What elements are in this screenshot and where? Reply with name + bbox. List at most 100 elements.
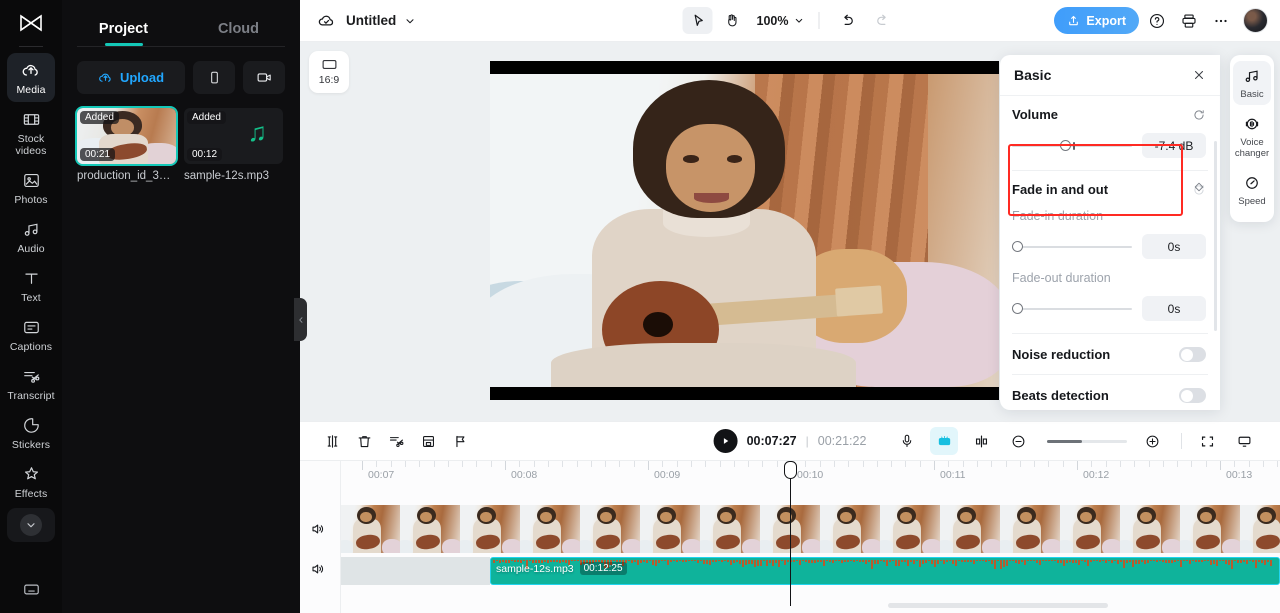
marker-button[interactable]	[446, 427, 474, 455]
waveform-bar	[1069, 560, 1071, 562]
fade-section: Fade in and out Fade-in duration 0s Fade…	[1000, 171, 1220, 321]
record-voiceover-button[interactable]	[893, 427, 921, 455]
media-thumbnail[interactable]: Added 00:21	[77, 108, 176, 164]
project-title-dropdown[interactable]	[404, 15, 416, 27]
export-button[interactable]: Export	[1054, 7, 1139, 34]
mixer-button[interactable]	[967, 427, 995, 455]
sidebar-item-transcript[interactable]: Transcript	[7, 359, 55, 408]
waveform-bar	[940, 560, 942, 561]
sidebar-item-audio[interactable]: Audio	[7, 212, 55, 261]
cloud-save-button[interactable]	[312, 7, 340, 35]
timeline-horizontal-scrollbar[interactable]	[888, 603, 1108, 608]
playhead[interactable]	[784, 461, 797, 606]
freeze-frame-button[interactable]	[414, 427, 442, 455]
upload-button[interactable]: Upload	[77, 61, 185, 94]
noise-reduction-toggle[interactable]	[1179, 347, 1206, 362]
fade-out-slider[interactable]	[1012, 302, 1132, 316]
audio-track-mute-button[interactable]	[310, 561, 326, 582]
volume-keyframe-button[interactable]	[1192, 180, 1206, 194]
slider-knob[interactable]	[1059, 140, 1071, 151]
undo-button[interactable]	[833, 7, 863, 34]
auto-cut-button[interactable]	[382, 427, 410, 455]
close-x-icon	[1194, 70, 1204, 80]
video-preview[interactable]	[490, 61, 999, 400]
tab-basic[interactable]: Basic	[1233, 61, 1271, 105]
media-asset-video[interactable]: Added 00:21 production_id_368…	[77, 108, 176, 182]
more-options-button[interactable]	[1207, 7, 1235, 35]
zoom-out-button[interactable]	[1004, 427, 1032, 455]
freeze-frame-icon	[422, 435, 434, 447]
audio-track[interactable]: sample-12s.mp3 00:12:25	[340, 557, 1280, 585]
auto-captions-icon	[938, 435, 950, 445]
sidebar-item-photos[interactable]: Photos	[7, 163, 55, 212]
slider-knob[interactable]	[1012, 241, 1023, 252]
waveform-bar	[901, 560, 903, 562]
fade-in-value-input[interactable]: 0s	[1142, 234, 1206, 259]
sidebar-item-stock-videos[interactable]: Stock videos	[7, 102, 55, 163]
waveform-bar	[847, 560, 849, 562]
fade-in-slider[interactable]	[1012, 240, 1132, 254]
timeline-ruler[interactable]: 00:07 00:08 00:09 00:10 00:11 00:12 00:13	[340, 461, 1280, 489]
media-thumbnail[interactable]: ♫ Added 00:12	[184, 108, 283, 164]
project-title[interactable]: Untitled	[346, 13, 396, 28]
tab-cloud[interactable]: Cloud	[181, 21, 296, 46]
audio-clip[interactable]: sample-12s.mp3 00:12:25	[490, 557, 1280, 585]
keyboard-shortcuts-button[interactable]	[0, 580, 62, 599]
help-button[interactable]	[1143, 7, 1171, 35]
waveform-bar	[937, 560, 939, 564]
delete-button[interactable]	[350, 427, 378, 455]
timeline[interactable]: 00:07 00:08 00:09 00:10 00:11 00:12 00:13 samp…	[300, 461, 1280, 613]
sidebar-more-button[interactable]	[7, 508, 55, 542]
zoom-level-dropdown[interactable]: 100%	[757, 14, 805, 28]
timeline-zoom-slider[interactable]	[1047, 439, 1127, 443]
waveform-bar	[814, 560, 816, 563]
top-bar-right: Export	[1054, 7, 1268, 35]
hand-tool-button[interactable]	[717, 7, 747, 34]
waveform-bar	[961, 560, 963, 562]
waveform-bar	[850, 560, 852, 561]
slider-knob[interactable]	[1012, 303, 1023, 314]
volume-value-input[interactable]: -7.4 dB	[1142, 133, 1206, 158]
split-button[interactable]	[318, 427, 346, 455]
panel-collapse-handle[interactable]	[294, 298, 307, 341]
current-time: 00:07:27	[746, 434, 797, 448]
waveform-bar	[1261, 560, 1263, 563]
import-from-phone-button[interactable]	[193, 61, 235, 94]
sidebar-item-text[interactable]: Text	[7, 261, 55, 310]
waveform-bar	[922, 560, 924, 564]
select-tool-button[interactable]	[682, 7, 713, 34]
fade-out-value-input[interactable]: 0s	[1142, 296, 1206, 321]
video-track[interactable]	[340, 505, 1280, 553]
record-button[interactable]	[243, 61, 285, 94]
media-asset-audio[interactable]: ♫ Added 00:12 sample-12s.mp3	[184, 108, 283, 182]
display-options-button[interactable]	[1230, 427, 1258, 455]
play-button[interactable]	[713, 429, 738, 453]
beats-detection-toggle[interactable]	[1179, 388, 1206, 403]
video-clip[interactable]	[340, 505, 1280, 553]
waveform-bar	[823, 560, 825, 566]
waveform-bar	[1084, 560, 1086, 562]
waveform-bar	[736, 560, 738, 562]
zoom-in-button[interactable]	[1138, 427, 1166, 455]
avatar[interactable]	[1243, 8, 1268, 33]
tab-voice-changer[interactable]: Voice changer	[1233, 109, 1271, 164]
close-panel-button[interactable]	[1192, 68, 1206, 82]
redo-button[interactable]	[867, 7, 897, 34]
aspect-ratio-button[interactable]: 16:9	[309, 51, 349, 93]
volume-reset-button[interactable]	[1192, 108, 1206, 122]
video-track-mute-button[interactable]	[310, 521, 326, 542]
tab-project[interactable]: Project	[66, 21, 181, 46]
volume-slider[interactable]	[1012, 139, 1132, 153]
fit-screen-button[interactable]	[1193, 427, 1221, 455]
playhead-handle[interactable]	[784, 461, 797, 479]
auto-captions-button[interactable]	[930, 427, 958, 455]
properties-scrollbar[interactable]	[1214, 141, 1217, 331]
sidebar-item-captions[interactable]: Captions	[7, 310, 55, 359]
sidebar-item-media[interactable]: Media	[7, 53, 55, 102]
waveform-bar	[805, 560, 807, 562]
sidebar-item-stickers[interactable]: Stickers	[7, 408, 55, 457]
tab-speed[interactable]: Speed	[1233, 168, 1271, 212]
print-button[interactable]	[1175, 7, 1203, 35]
sidebar-item-effects[interactable]: Effects	[7, 457, 55, 506]
app-logo[interactable]	[0, 0, 62, 46]
